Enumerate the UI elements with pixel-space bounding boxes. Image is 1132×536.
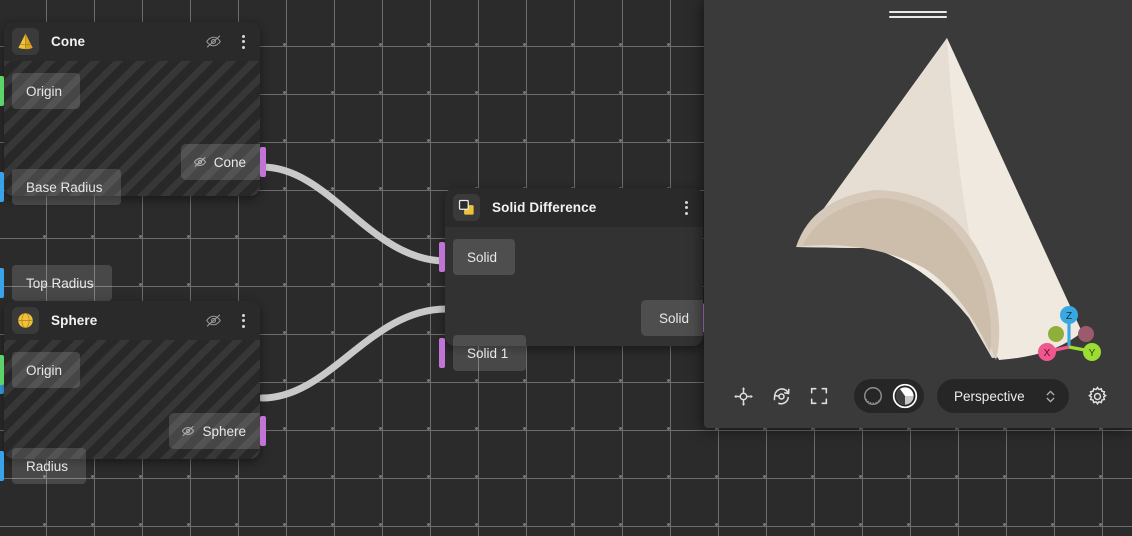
node-solid-difference-title: Solid Difference (492, 200, 597, 215)
axis-ball-neg-y (1048, 326, 1064, 342)
projection-value: Perspective (954, 388, 1025, 404)
wireframe-shading-button[interactable] (858, 381, 888, 411)
cone-icon (12, 28, 39, 55)
kebab-menu-icon[interactable] (236, 34, 250, 49)
input-label: Base Radius (12, 169, 121, 205)
port-knob[interactable] (439, 338, 445, 368)
input-label: Solid 1 (453, 335, 527, 371)
port-knob[interactable] (260, 147, 266, 177)
input-port-top-radius[interactable]: Top Radius (0, 265, 260, 301)
input-label: Top Radius (12, 265, 112, 301)
eye-slash-icon[interactable] (204, 312, 222, 330)
port-knob[interactable] (439, 242, 445, 272)
output-pill[interactable]: Solid (640, 300, 709, 336)
port-knob[interactable] (0, 268, 4, 298)
output-pill[interactable]: Sphere (169, 413, 266, 449)
input-label: Solid (453, 239, 516, 275)
axis-label-x: X (1044, 348, 1051, 359)
port-knob[interactable] (0, 451, 4, 481)
input-label: Origin (12, 352, 81, 388)
output-label: Sphere (202, 423, 246, 439)
eye-slash-icon[interactable] (181, 424, 195, 438)
node-sphere-header[interactable]: Sphere (4, 301, 260, 340)
rotate-view-icon[interactable] (762, 378, 800, 414)
input-port-radius[interactable]: Radius (0, 448, 260, 484)
output-port-cone[interactable]: Cone (180, 144, 266, 180)
axis-gizmo[interactable]: Z X Y (1034, 304, 1104, 366)
node-solid-difference-header[interactable]: Solid Difference (445, 188, 703, 227)
axis-ball-neg-x (1078, 326, 1094, 342)
chevron-updown-icon (1045, 387, 1056, 406)
node-cone-title: Cone (51, 34, 86, 49)
axis-label-y: Y (1089, 348, 1096, 359)
viewport-toolbar[interactable]: Perspective (704, 378, 1132, 414)
shaded-shading-button[interactable] (890, 381, 920, 411)
node-solid-difference[interactable]: Solid Difference Solid Solid 1 Solid (439, 188, 709, 371)
output-label: Cone (213, 154, 246, 170)
axis-label-z: Z (1066, 311, 1072, 322)
node-cone[interactable]: Cone Origin Base Radius Top Radius Cone (0, 22, 266, 397)
port-knob[interactable] (0, 172, 4, 202)
output-port-solid[interactable]: Solid (640, 300, 709, 336)
kebab-menu-icon[interactable] (679, 200, 693, 215)
output-port-sphere[interactable]: Sphere (169, 413, 266, 449)
boolean-difference-icon (453, 194, 480, 221)
node-sphere-body: Origin Radius Sphere (0, 340, 266, 484)
sphere-icon (12, 307, 39, 334)
output-label: Solid (658, 310, 689, 326)
kebab-menu-icon[interactable] (236, 313, 250, 328)
input-port-origin[interactable]: Origin (0, 73, 260, 109)
viewport-settings-icon[interactable] (1083, 380, 1112, 412)
node-cone-header[interactable]: Cone (4, 22, 260, 61)
node-cone-body: Origin Base Radius Top Radius Length (0, 61, 266, 397)
input-port-origin[interactable]: Origin (0, 352, 260, 388)
input-label: Origin (12, 73, 81, 109)
shading-mode-toggle[interactable] (854, 379, 925, 413)
output-pill[interactable]: Cone (180, 144, 266, 180)
input-label: Radius (12, 448, 87, 484)
port-knob[interactable] (260, 416, 266, 446)
3d-viewport-panel[interactable]: Z X Y Perspective (704, 0, 1132, 428)
pan-orbit-icon[interactable] (724, 378, 762, 414)
port-knob[interactable] (0, 355, 4, 385)
input-port-solid-1[interactable]: Solid 1 (439, 335, 703, 371)
eye-slash-icon[interactable] (193, 155, 207, 169)
node-solid-difference-body: Solid Solid 1 Solid (439, 227, 709, 371)
port-knob[interactable] (0, 76, 4, 106)
node-sphere[interactable]: Sphere Origin Radius Sphere (0, 301, 266, 484)
input-port-solid[interactable]: Solid (439, 239, 703, 275)
node-sphere-title: Sphere (51, 313, 98, 328)
eye-slash-icon[interactable] (204, 33, 222, 51)
fit-to-view-icon[interactable] (800, 378, 838, 414)
projection-select[interactable]: Perspective (937, 379, 1070, 413)
